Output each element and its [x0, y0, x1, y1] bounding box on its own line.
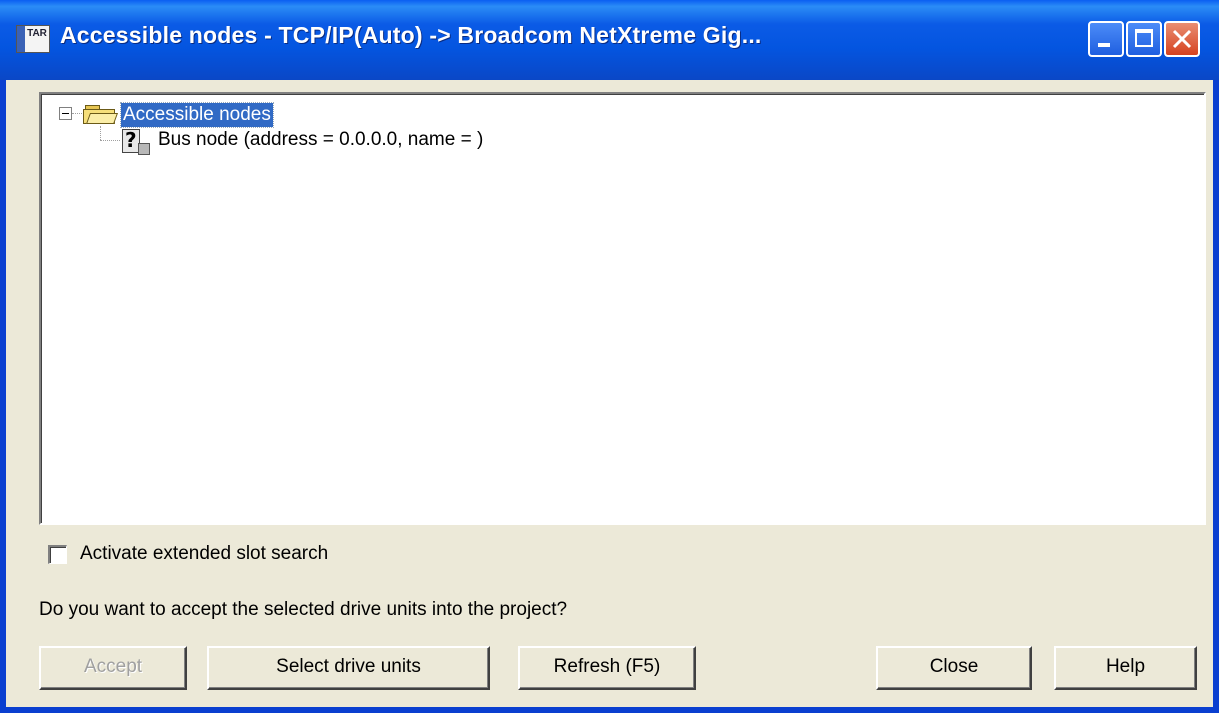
extended-slot-search-checkbox[interactable]	[48, 545, 67, 564]
minimize-icon	[1098, 43, 1110, 47]
close-window-button[interactable]	[1164, 21, 1200, 57]
title-bar[interactable]: TAR Accessible nodes - TCP/IP(Auto) -> B…	[0, 0, 1219, 80]
folder-open-icon	[83, 105, 119, 125]
close-icon	[1172, 29, 1192, 49]
dialog-client-area: Accessible nodes ? Bus node (address = 0…	[6, 80, 1213, 707]
accessible-nodes-tree[interactable]: Accessible nodes ? Bus node (address = 0…	[39, 92, 1206, 525]
help-button[interactable]: Help	[1054, 646, 1197, 690]
app-icon: TAR	[16, 25, 50, 53]
tree-item-bus-node[interactable]: Bus node (address = 0.0.0.0, name = )	[158, 128, 483, 152]
extended-slot-search-label[interactable]: Activate extended slot search	[80, 543, 328, 565]
minimize-button[interactable]	[1088, 21, 1124, 57]
accept-button[interactable]: Accept	[39, 646, 187, 690]
window-title: Accessible nodes - TCP/IP(Auto) -> Broad…	[60, 22, 762, 48]
dialog-window: TAR Accessible nodes - TCP/IP(Auto) -> B…	[0, 0, 1219, 713]
tree-connector	[72, 113, 82, 114]
app-icon-text: TAR	[27, 28, 47, 39]
select-drive-units-button[interactable]: Select drive units	[207, 646, 490, 690]
close-button[interactable]: Close	[876, 646, 1032, 690]
tree-connector	[100, 126, 101, 140]
refresh-button[interactable]: Refresh (F5)	[518, 646, 696, 690]
accept-prompt-text: Do you want to accept the selected drive…	[39, 599, 568, 620]
tree-root-accessible-nodes[interactable]: Accessible nodes	[120, 102, 274, 128]
maximize-button[interactable]	[1126, 21, 1162, 57]
maximize-icon	[1135, 29, 1153, 47]
tree-connector	[100, 140, 120, 141]
collapse-toggle-icon[interactable]	[59, 107, 72, 120]
unknown-node-icon: ?	[122, 129, 152, 157]
